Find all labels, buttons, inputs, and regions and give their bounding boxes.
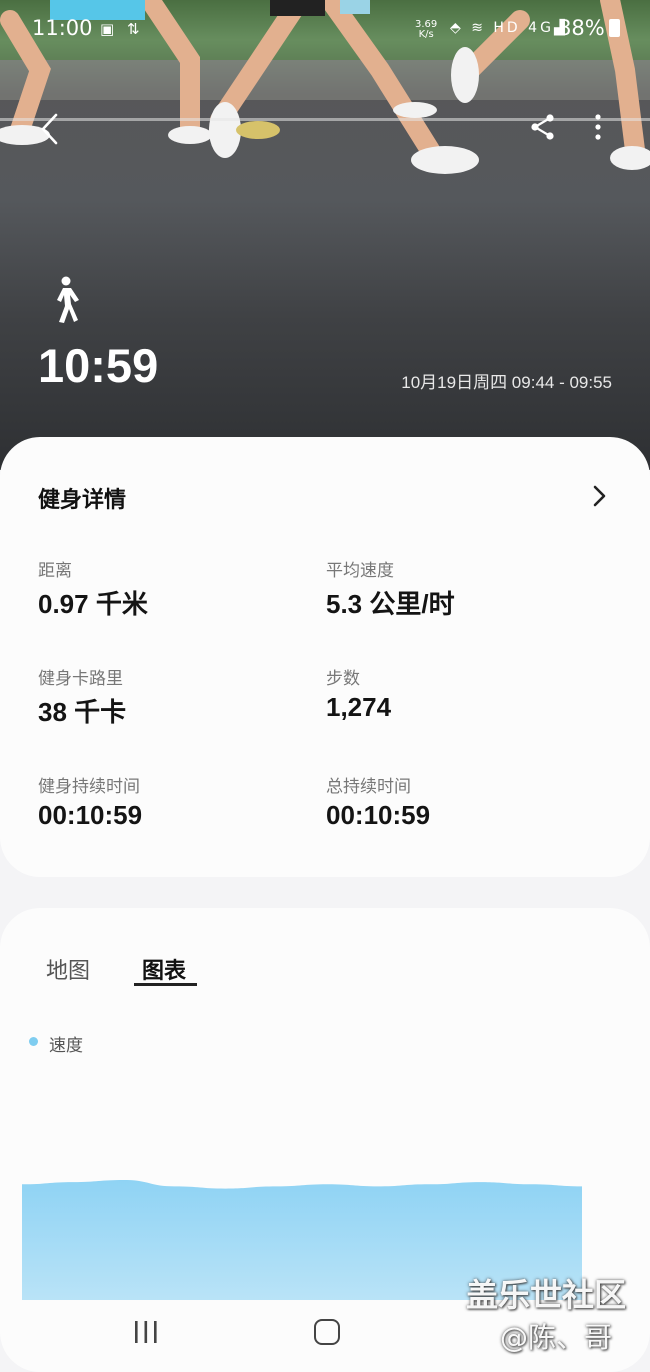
back-button[interactable] [36,112,66,146]
battery-icon [608,19,620,37]
tab-map[interactable]: 地图 [46,953,90,985]
metric-avg-speed-label: 平均速度 [326,561,394,581]
status-time: 11:00 [32,16,93,40]
share-icon [531,114,554,140]
workout-duration: 10:59 [38,339,159,392]
status-bar: 11:00 ▣ ⇅ 3.69 K/s ⬘ ≋ HD 4G▟ 88% [0,14,650,48]
more-vertical-icon [595,114,601,140]
network-speed: 3.69 K/s [415,19,438,40]
metric-steps-label: 步数 [326,669,360,689]
metric-total-duration-label: 总持续时间 [326,777,411,797]
workout-date-range: 10月19日周四 09:44 - 09:55 [401,373,612,392]
share-button[interactable] [528,112,558,142]
legend-speed-label: 速度 [49,1036,83,1056]
tab-chart[interactable]: 图表 [142,953,186,985]
notification-icons: ▣ ⇅ [100,20,144,38]
battery-indicator: 88% [558,16,620,40]
walking-icon [57,276,79,323]
metric-steps-value: 1,274 [326,692,392,722]
tab-selected-indicator [134,983,197,986]
metric-avg-speed-value: 5.3 公里/时 [326,589,455,619]
more-options-button[interactable] [590,112,606,142]
details-expand-button[interactable] [590,484,608,508]
chevron-left-icon [41,113,58,145]
metric-calories-label: 健身卡路里 [38,669,123,689]
recents-icon [135,1321,157,1343]
home-button[interactable] [314,1319,340,1345]
metric-distance-label: 距离 [38,561,72,581]
metric-distance-value: 0.97 千米 [38,589,148,619]
metric-calories-value: 38 千卡 [38,697,127,727]
recent-apps-button[interactable] [133,1320,159,1344]
hero-image [0,0,650,470]
details-title: 健身详情 [38,488,127,513]
metric-workout-duration-label: 健身持续时间 [38,777,140,797]
legend-speed-marker [29,1037,38,1046]
chevron-right-icon [593,485,606,507]
metric-workout-duration-value: 00:10:59 [38,800,143,830]
connectivity-icons: ⬘ ≋ HD 4G▟ [450,20,568,36]
metric-total-duration-value: 00:10:59 [326,800,431,830]
